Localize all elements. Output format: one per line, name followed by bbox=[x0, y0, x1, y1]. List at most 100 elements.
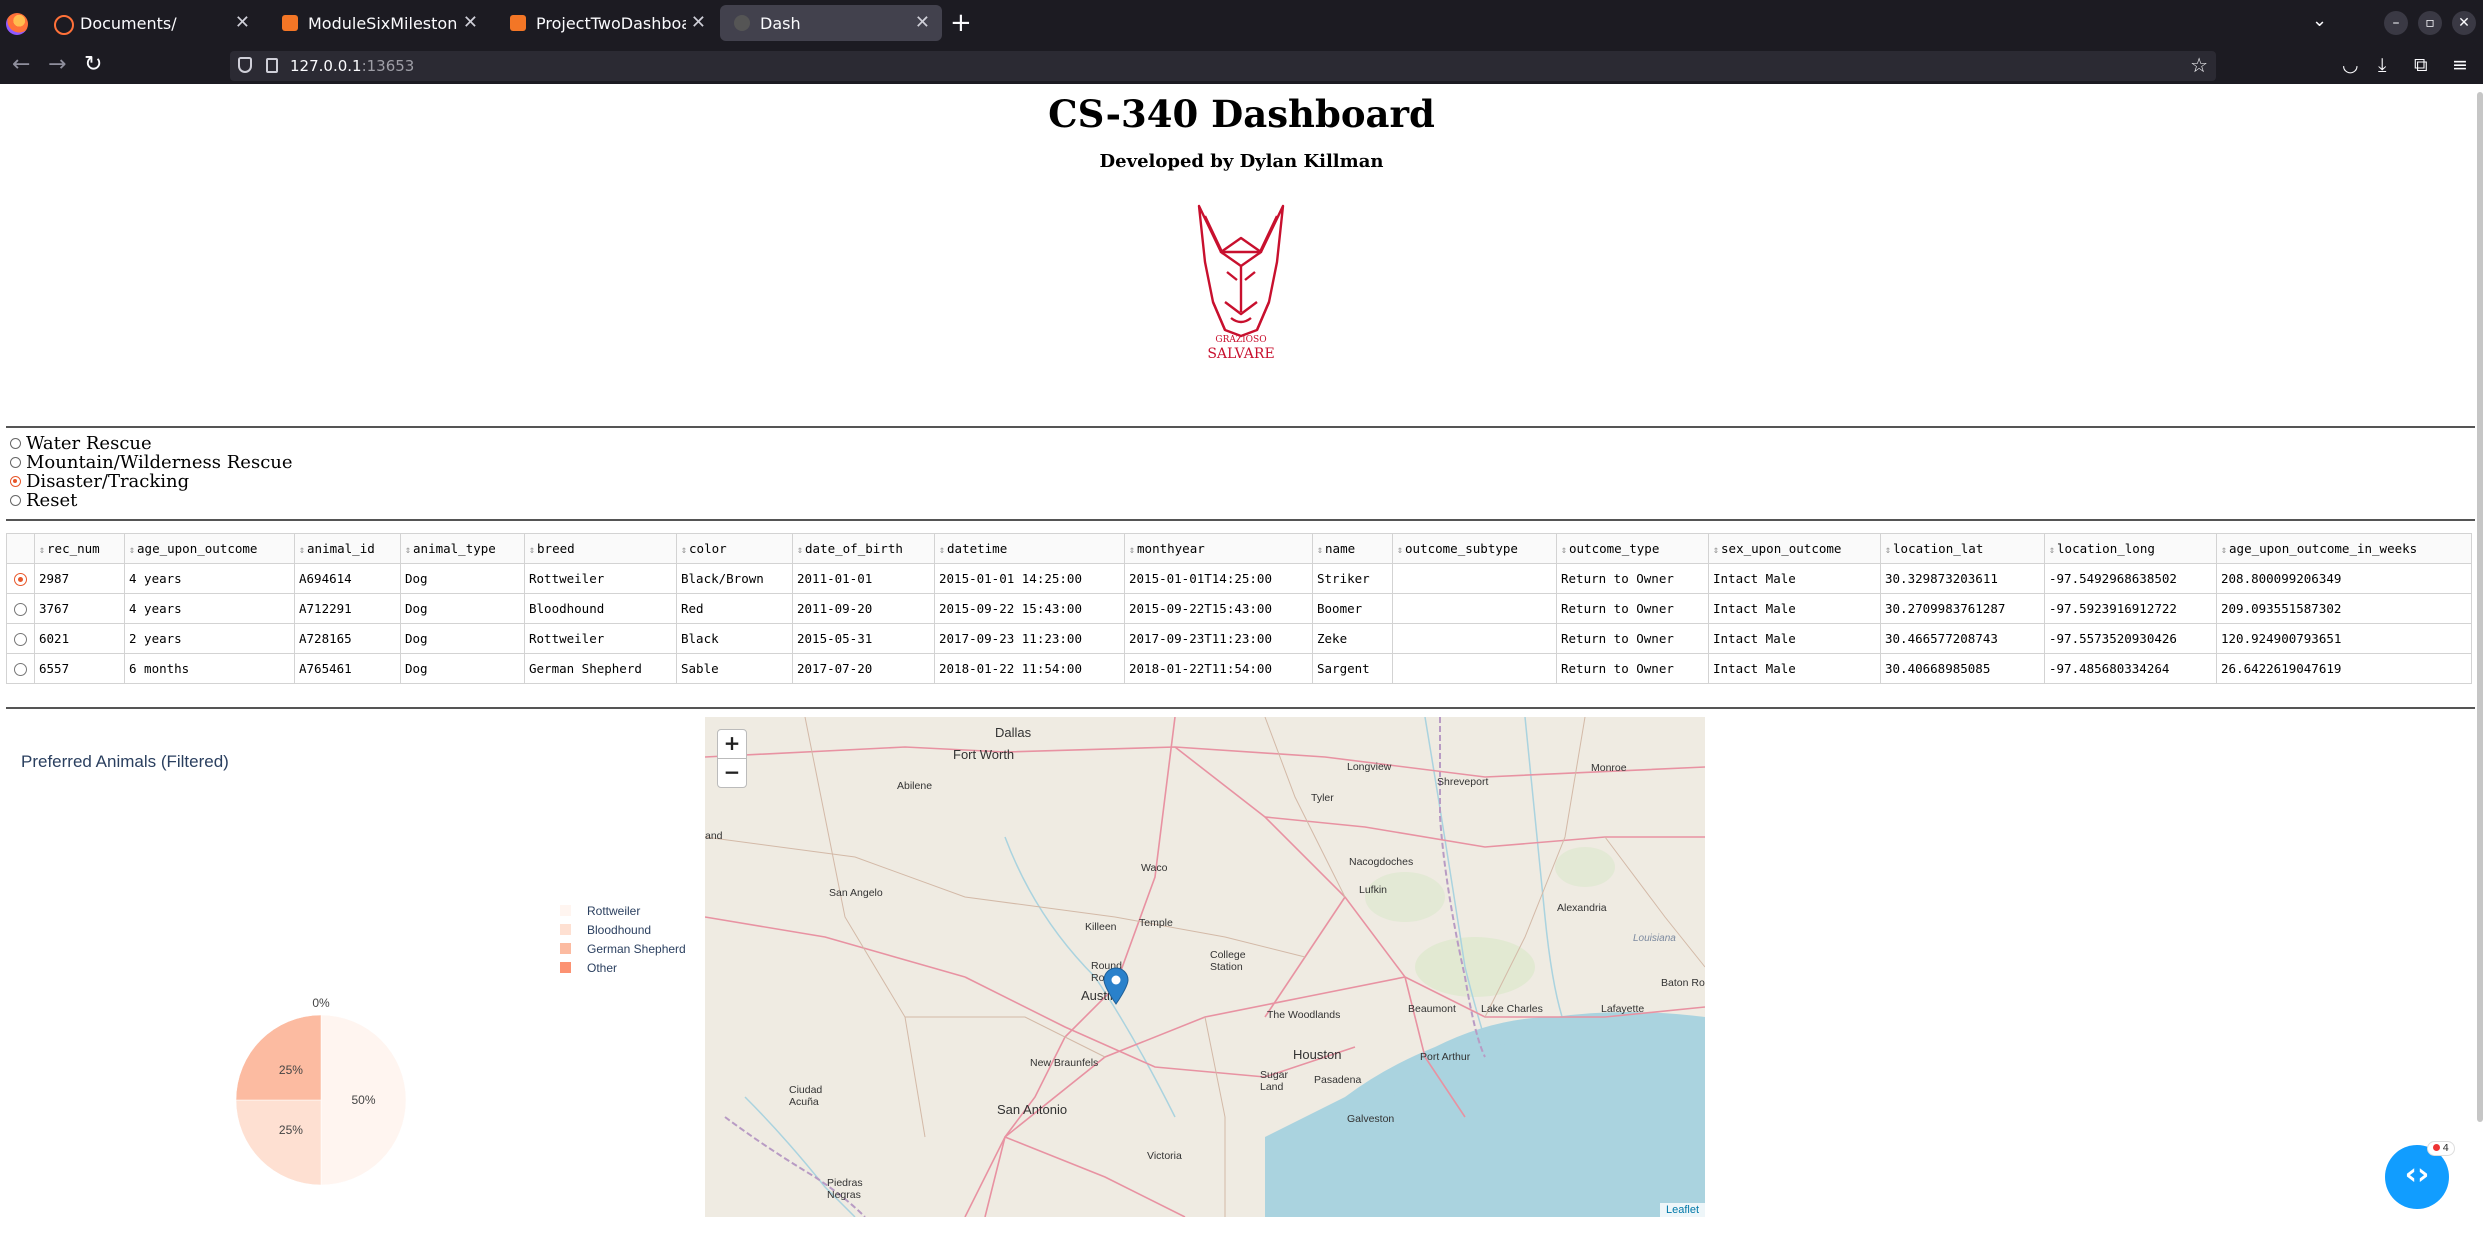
column-header[interactable]: ⇕ location_lat bbox=[1880, 533, 2045, 564]
radio-button[interactable] bbox=[10, 495, 21, 506]
column-header[interactable]: ⇕ sex_upon_outcome bbox=[1708, 533, 1881, 564]
table-cell[interactable]: 2015-01-01 14:25:00 bbox=[934, 563, 1125, 594]
table-cell[interactable] bbox=[1392, 593, 1557, 624]
table-cell[interactable]: Striker bbox=[1312, 563, 1393, 594]
column-header[interactable]: ⇕ age_upon_outcome_in_weeks bbox=[2216, 533, 2472, 564]
radio-button[interactable] bbox=[10, 476, 21, 487]
legend-label[interactable]: Other bbox=[587, 961, 617, 975]
close-tab-icon[interactable]: ✕ bbox=[915, 12, 930, 33]
map-attribution[interactable]: Leaflet bbox=[1659, 1203, 1705, 1217]
table-cell[interactable]: Intact Male bbox=[1708, 563, 1881, 594]
list-all-tabs-icon[interactable]: ⌄ bbox=[2312, 10, 2327, 31]
row-select-radio[interactable] bbox=[14, 633, 27, 646]
url-bar[interactable]: 127.0.0.1:13653 ☆ bbox=[230, 51, 2216, 81]
table-cell[interactable]: A694614 bbox=[294, 563, 401, 594]
zoom-in-button[interactable]: + bbox=[717, 729, 747, 759]
table-cell[interactable]: Bloodhound bbox=[524, 593, 677, 624]
table-cell[interactable]: 30.329873203611 bbox=[1880, 563, 2045, 594]
sort-icon[interactable]: ⇕ bbox=[405, 545, 411, 556]
table-cell[interactable]: 2018-01-22 11:54:00 bbox=[934, 653, 1125, 684]
column-header[interactable]: ⇕ outcome_subtype bbox=[1392, 533, 1557, 564]
map[interactable]: Dallas Fort Worth Abilene Longview Shrev… bbox=[705, 717, 1705, 1217]
table-cell[interactable]: 30.466577208743 bbox=[1880, 623, 2045, 654]
filter-option[interactable]: Mountain/Wilderness Rescue bbox=[10, 453, 293, 472]
table-cell[interactable]: 6557 bbox=[34, 653, 125, 684]
column-header[interactable]: ⇕ monthyear bbox=[1124, 533, 1313, 564]
app-menu-icon[interactable]: ≡ bbox=[2452, 54, 2468, 76]
sort-icon[interactable]: ⇕ bbox=[1713, 545, 1719, 556]
row-select-radio[interactable] bbox=[14, 663, 27, 676]
sort-icon[interactable]: ⇕ bbox=[2049, 545, 2055, 556]
table-cell[interactable] bbox=[1392, 653, 1557, 684]
row-select-radio[interactable] bbox=[14, 603, 27, 616]
table-cell[interactable]: 30.40668985085 bbox=[1880, 653, 2045, 684]
table-cell[interactable]: Sargent bbox=[1312, 653, 1393, 684]
url-text[interactable]: 127.0.0.1:13653 bbox=[290, 57, 414, 75]
column-header[interactable]: ⇕ age_upon_outcome bbox=[124, 533, 295, 564]
map-marker-icon[interactable] bbox=[1103, 967, 1129, 1005]
sort-icon[interactable]: ⇕ bbox=[1397, 545, 1403, 556]
sort-icon[interactable]: ⇕ bbox=[1885, 545, 1891, 556]
table-cell[interactable]: Dog bbox=[400, 653, 525, 684]
tab-module-six[interactable]: ModuleSixMilestone-Tem ✕ bbox=[268, 5, 490, 41]
column-header[interactable]: ⇕ datetime bbox=[934, 533, 1125, 564]
table-cell[interactable]: 4 years bbox=[124, 563, 295, 594]
table-cell[interactable]: 4 years bbox=[124, 593, 295, 624]
sort-icon[interactable]: ⇕ bbox=[1129, 545, 1135, 556]
filter-option-label[interactable]: Disaster/Tracking bbox=[26, 472, 189, 491]
table-cell[interactable]: A765461 bbox=[294, 653, 401, 684]
tab-project-two[interactable]: ProjectTwoDashboard - J ✕ bbox=[496, 5, 718, 41]
filter-option-label[interactable]: Water Rescue bbox=[26, 434, 152, 453]
table-cell[interactable]: 2 years bbox=[124, 623, 295, 654]
table-cell[interactable]: A712291 bbox=[294, 593, 401, 624]
column-header[interactable]: ⇕ rec_num bbox=[34, 533, 125, 564]
table-cell[interactable]: 208.800099206349 bbox=[2216, 563, 2472, 594]
minimize-icon[interactable]: – bbox=[2384, 11, 2408, 35]
table-cell[interactable]: Dog bbox=[400, 593, 525, 624]
filter-option[interactable]: Disaster/Tracking bbox=[10, 472, 293, 491]
column-header[interactable]: ⇕ breed bbox=[524, 533, 677, 564]
table-cell[interactable]: 209.093551587302 bbox=[2216, 593, 2472, 624]
column-header[interactable]: ⇕ animal_type bbox=[400, 533, 525, 564]
table-cell[interactable]: 2011-09-20 bbox=[792, 593, 935, 624]
legend-swatch[interactable] bbox=[560, 905, 571, 916]
filter-option[interactable]: Water Rescue bbox=[10, 434, 293, 453]
row-select-cell[interactable] bbox=[6, 653, 35, 684]
table-cell[interactable]: Return to Owner bbox=[1556, 653, 1709, 684]
table-cell[interactable]: Black/Brown bbox=[676, 563, 793, 594]
firefox-menu-icon[interactable] bbox=[6, 13, 28, 35]
table-cell[interactable]: 2017-07-20 bbox=[792, 653, 935, 684]
forward-icon[interactable]: → bbox=[48, 52, 66, 77]
pie-slice-german-shepherd[interactable] bbox=[235, 1014, 322, 1101]
table-row[interactable]: 6557 6 months A765461 Dog German Shepherd Sab… bbox=[6, 653, 2472, 684]
table-cell[interactable] bbox=[1392, 563, 1557, 594]
table-cell[interactable]: 120.924900793651 bbox=[2216, 623, 2472, 654]
legend-swatch[interactable] bbox=[560, 943, 571, 954]
column-header[interactable]: ⇕ name bbox=[1312, 533, 1393, 564]
dash-debug-button[interactable]: ‹› 4 bbox=[2385, 1141, 2455, 1209]
sort-icon[interactable]: ⇕ bbox=[39, 545, 45, 556]
filter-option[interactable]: Reset bbox=[10, 491, 293, 510]
page-info-icon[interactable] bbox=[266, 58, 278, 73]
table-cell[interactable]: 30.2709983761287 bbox=[1880, 593, 2045, 624]
legend-label[interactable]: Bloodhound bbox=[587, 923, 651, 937]
table-cell[interactable]: 3767 bbox=[34, 593, 125, 624]
table-cell[interactable]: Sable bbox=[676, 653, 793, 684]
table-cell[interactable]: 2015-01-01T14:25:00 bbox=[1124, 563, 1313, 594]
tab-dash[interactable]: Dash ✕ bbox=[720, 5, 942, 41]
table-cell[interactable]: 2015-05-31 bbox=[792, 623, 935, 654]
sort-icon[interactable]: ⇕ bbox=[797, 545, 803, 556]
legend-swatch[interactable] bbox=[560, 962, 571, 973]
scrollbar[interactable] bbox=[2477, 92, 2483, 1122]
table-cell[interactable]: 26.6422619047619 bbox=[2216, 653, 2472, 684]
table-cell[interactable]: Return to Owner bbox=[1556, 623, 1709, 654]
sort-icon[interactable]: ⇕ bbox=[299, 545, 305, 556]
table-row[interactable]: 2987 4 years A694614 Dog Rottweiler Black/Bro… bbox=[6, 563, 2472, 594]
table-cell[interactable]: A728165 bbox=[294, 623, 401, 654]
zoom-out-button[interactable]: − bbox=[717, 758, 747, 788]
column-header[interactable]: ⇕ date_of_birth bbox=[792, 533, 935, 564]
legend-swatch[interactable] bbox=[560, 924, 571, 935]
column-header[interactable]: ⇕ color bbox=[676, 533, 793, 564]
sort-icon[interactable]: ⇕ bbox=[2221, 545, 2227, 556]
table-cell[interactable]: German Shepherd bbox=[524, 653, 677, 684]
